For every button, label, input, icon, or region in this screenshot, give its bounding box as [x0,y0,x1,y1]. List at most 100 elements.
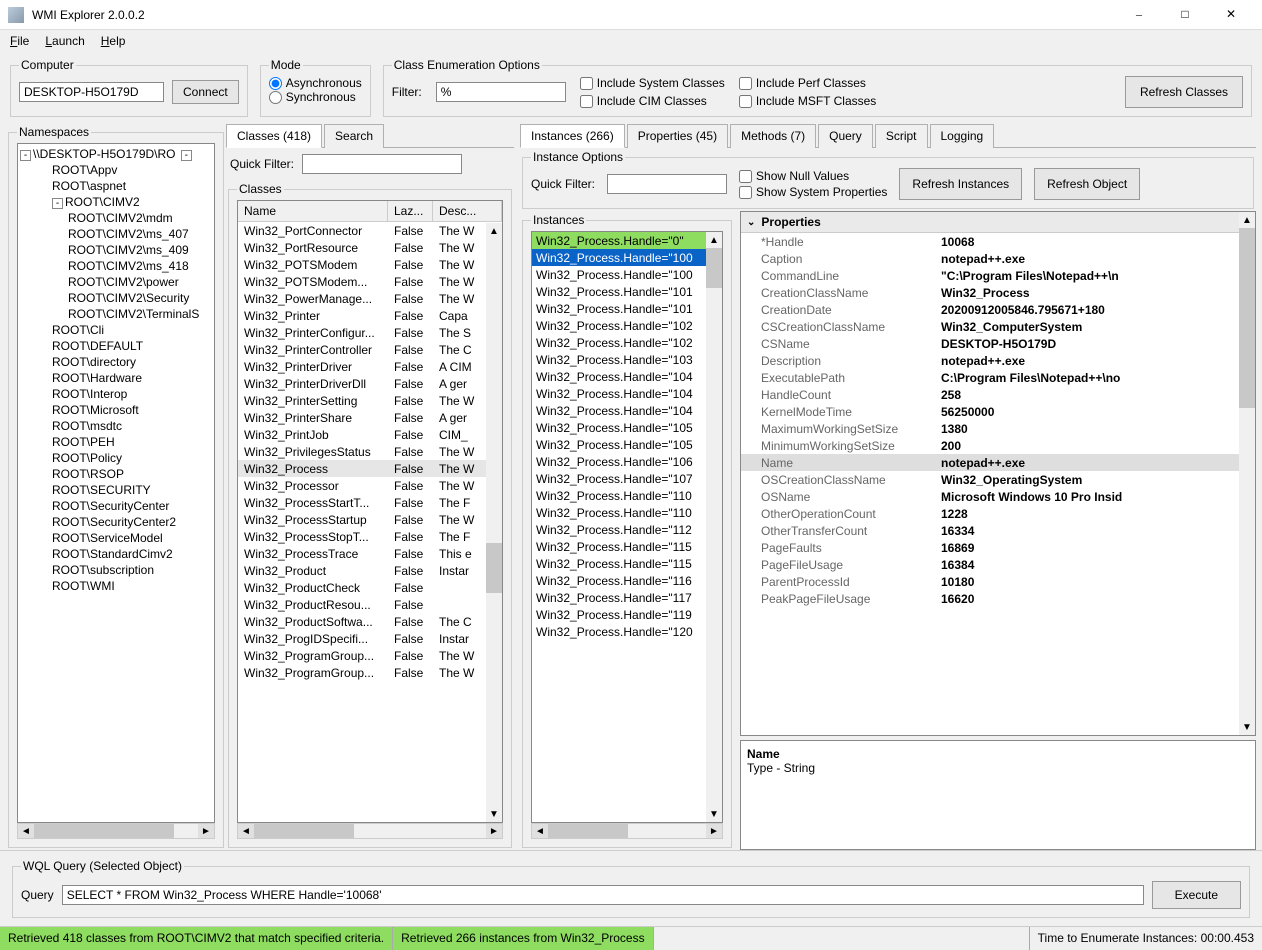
ns-node[interactable]: ROOT\PEH [20,434,212,450]
class-row[interactable]: Win32_PrinterDriverDllFalseA ger [238,375,502,392]
ns-node[interactable]: ROOT\RSOP [20,466,212,482]
tab-search[interactable]: Search [324,124,384,148]
class-row[interactable]: Win32_PrinterControllerFalseThe C [238,341,502,358]
instance-row[interactable]: Win32_Process.Handle="103 [532,351,722,368]
classes-vscroll[interactable]: ▲ ▼ [486,223,502,822]
ns-node[interactable]: ROOT\WMI [20,578,212,594]
ns-node[interactable]: ROOT\Hardware [20,370,212,386]
expand-icon[interactable]: - [20,150,31,161]
maximize-button[interactable]: □ [1162,0,1208,30]
property-row[interactable]: OtherOperationCount1228 [741,505,1255,522]
property-row[interactable]: CSCreationClassNameWin32_ComputerSystem [741,318,1255,335]
menu-file[interactable]: File [10,34,29,48]
instance-row[interactable]: Win32_Process.Handle="100 [532,266,722,283]
ns-node[interactable]: ROOT\CIMV2\ms_409 [20,242,212,258]
class-row[interactable]: Win32_PrinterSettingFalseThe W [238,392,502,409]
class-row[interactable]: Win32_ProductResou...False [238,596,502,613]
classes-qf-input[interactable] [302,154,462,174]
chk-show-system[interactable]: Show System Properties [739,185,887,199]
class-row[interactable]: Win32_ProcessStartupFalseThe W [238,511,502,528]
ns-node[interactable]: ROOT\msdtc [20,418,212,434]
instance-row[interactable]: Win32_Process.Handle="115 [532,555,722,572]
ns-node[interactable]: ROOT\CIMV2\TerminalS [20,306,212,322]
class-row[interactable]: Win32_ProcessorFalseThe W [238,477,502,494]
query-input[interactable] [62,885,1144,905]
instance-row[interactable]: Win32_Process.Handle="120 [532,623,722,640]
instance-row[interactable]: Win32_Process.Handle="104 [532,385,722,402]
ns-node[interactable]: ROOT\Cli [20,322,212,338]
property-row[interactable]: CommandLine"C:\Program Files\Notepad++\n [741,267,1255,284]
ns-node[interactable]: ROOT\CIMV2\ms_418 [20,258,212,274]
property-row[interactable]: ParentProcessId10180 [741,573,1255,590]
property-row[interactable]: PeakPageFileUsage16620 [741,590,1255,607]
class-row[interactable]: Win32_PortResourceFalseThe W [238,239,502,256]
class-row[interactable]: Win32_POTSModemFalseThe W [238,256,502,273]
classes-list[interactable]: Name Laz... Desc... Win32_PortConnectorF… [237,200,503,823]
instance-row[interactable]: Win32_Process.Handle="104 [532,368,722,385]
instance-row[interactable]: Win32_Process.Handle="102 [532,317,722,334]
ns-node[interactable]: ROOT\directory [20,354,212,370]
class-row[interactable]: Win32_ProgramGroup...FalseThe W [238,664,502,681]
class-row[interactable]: Win32_ProcessStartT...FalseThe F [238,494,502,511]
instance-row[interactable]: Win32_Process.Handle="102 [532,334,722,351]
property-row[interactable]: PageFaults16869 [741,539,1255,556]
connect-button[interactable]: Connect [172,80,239,104]
instance-row[interactable]: Win32_Process.Handle="101 [532,283,722,300]
ns-node[interactable]: ROOT\StandardCimv2 [20,546,212,562]
chk-show-null[interactable]: Show Null Values [739,169,887,183]
scroll-left-icon[interactable]: ◄ [18,824,34,838]
chevron-down-icon[interactable]: ⌄ [747,217,755,228]
props-vscroll[interactable]: ▲ ▼ [1239,212,1255,735]
property-row[interactable]: Captionnotepad++.exe [741,250,1255,267]
tab-properties[interactable]: Properties (45) [627,124,728,148]
col-name[interactable]: Name [238,201,388,221]
property-row[interactable]: OSNameMicrosoft Windows 10 Pro Insid [741,488,1255,505]
ns-node[interactable]: ROOT\ServiceModel [20,530,212,546]
ns-node[interactable]: ROOT\Interop [20,386,212,402]
property-row[interactable]: ExecutablePathC:\Program Files\Notepad++… [741,369,1255,386]
menu-launch[interactable]: Launch [45,34,84,48]
property-row[interactable]: OSCreationClassNameWin32_OperatingSystem [741,471,1255,488]
property-row[interactable]: CreationDate20200912005846.795671+180 [741,301,1255,318]
class-row[interactable]: Win32_PortConnectorFalseThe W [238,222,502,239]
inst-vscroll[interactable]: ▲ ▼ [706,232,722,822]
tab-methods[interactable]: Methods (7) [730,124,816,148]
ns-node[interactable]: ROOT\Appv [20,162,212,178]
class-row[interactable]: Win32_POTSModem...FalseThe W [238,273,502,290]
instance-row[interactable]: Win32_Process.Handle="104 [532,402,722,419]
execute-button[interactable]: Execute [1152,881,1241,909]
inst-hscroll[interactable]: ◄ ► [531,823,723,839]
instance-row[interactable]: Win32_Process.Handle="115 [532,538,722,555]
tab-classes[interactable]: Classes (418) [226,124,322,148]
instance-row[interactable]: Win32_Process.Handle="106 [532,453,722,470]
ns-node[interactable]: ROOT\aspnet [20,178,212,194]
class-row[interactable]: Win32_PrivilegesStatusFalseThe W [238,443,502,460]
chk-cim[interactable]: Include CIM Classes [580,94,725,108]
property-row[interactable]: HandleCount258 [741,386,1255,403]
class-row[interactable]: Win32_ProcessTraceFalseThis e [238,545,502,562]
col-desc[interactable]: Desc... [433,201,502,221]
ns-node[interactable]: ROOT\SECURITY [20,482,212,498]
tab-query[interactable]: Query [818,124,873,148]
mode-async-radio[interactable]: Asynchronous [269,76,362,90]
property-row[interactable]: OtherTransferCount16334 [741,522,1255,539]
class-row[interactable]: Win32_PrinterDriverFalseA CIM [238,358,502,375]
filter-input[interactable] [436,82,566,102]
instance-row[interactable]: Win32_Process.Handle="110 [532,487,722,504]
tab-logging[interactable]: Logging [930,124,995,148]
ns-hscroll[interactable]: ◄ ► [17,823,215,839]
instance-row[interactable]: Win32_Process.Handle="117 [532,589,722,606]
properties-header[interactable]: ⌄ Properties [741,212,1255,233]
property-row[interactable]: Descriptionnotepad++.exe [741,352,1255,369]
class-row[interactable]: Win32_PrinterShareFalseA ger [238,409,502,426]
ns-node[interactable]: ROOT\CIMV2\mdm [20,210,212,226]
property-row[interactable]: KernelModeTime56250000 [741,403,1255,420]
property-row[interactable]: MaximumWorkingSetSize1380 [741,420,1255,437]
instance-row[interactable]: Win32_Process.Handle="105 [532,436,722,453]
property-row[interactable]: Namenotepad++.exe [741,454,1255,471]
instance-row[interactable]: Win32_Process.Handle="110 [532,504,722,521]
class-row[interactable]: Win32_ProcessFalseThe W [238,460,502,477]
chk-perf[interactable]: Include Perf Classes [739,76,877,90]
ns-node[interactable]: ROOT\CIMV2\power [20,274,212,290]
properties-list[interactable]: ⌄ Properties *Handle10068Captionnotepad+… [740,211,1256,736]
